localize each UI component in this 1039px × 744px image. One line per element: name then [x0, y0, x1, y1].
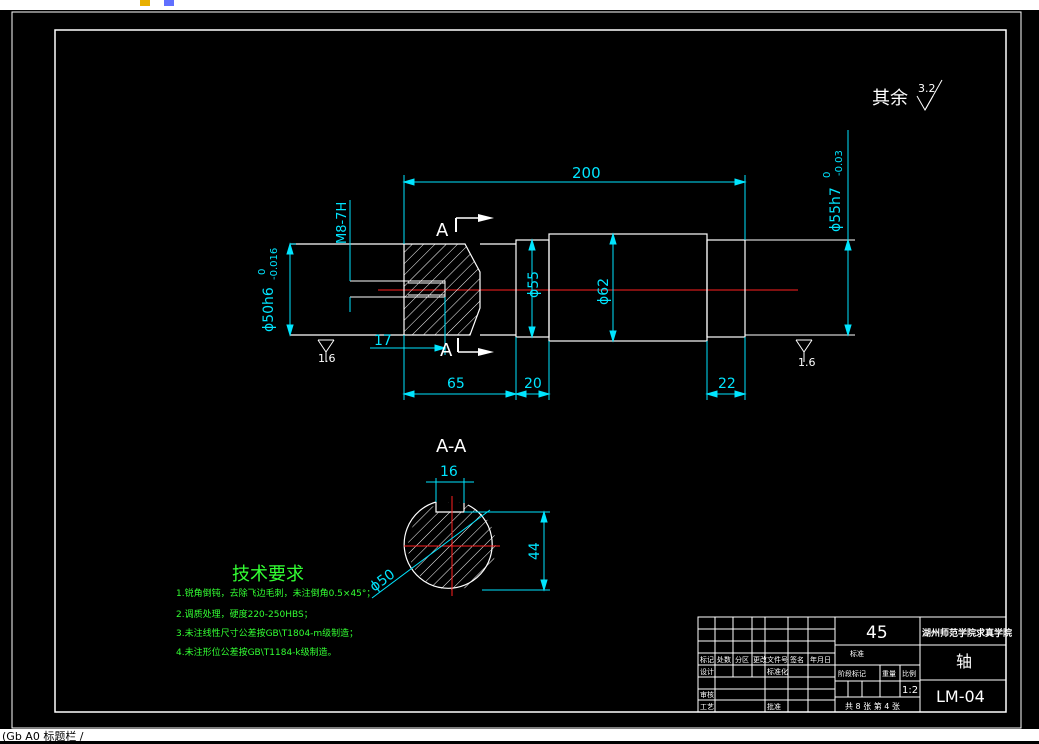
shaft-collar-d62 — [548, 233, 708, 342]
rough-right-value: 1.6 — [798, 356, 816, 369]
tb-label-zone: 分区 — [735, 655, 749, 664]
tb-label-process: 工艺 — [700, 703, 714, 711]
title-block-texts: 45 湖州师范学院求真学院 轴 LM-04 1:2 共 8 张 第 4 张 标记… — [700, 623, 1012, 711]
tb-label-approve: 批准 — [767, 702, 781, 711]
rough-left-value: 1.6 — [318, 352, 336, 365]
dim-len-22: 22 — [718, 376, 736, 392]
tb-label-stage: 阶段标记 — [838, 669, 866, 678]
status-bar-text: (Gb A0 标题栏 / — [2, 730, 84, 743]
dim-overall-length: 200 — [572, 164, 601, 182]
tb-label-weight: 重量 — [882, 670, 896, 678]
tb-material: 45 — [866, 623, 888, 643]
section-view-aa: A-A 16 44 ϕ50 — [367, 436, 550, 599]
dim-d55: ϕ55 — [526, 271, 542, 298]
tb-scale: 1:2 — [902, 685, 918, 696]
tb-label-material-mark: 标准 — [850, 649, 864, 658]
tb-sheets: 共 8 张 第 4 张 — [845, 701, 900, 711]
tb-label-review: 审核 — [700, 690, 714, 699]
dim-right-tol-upper: 0 — [822, 172, 833, 178]
dim-thread: M8-7H — [335, 202, 350, 244]
tb-label-std: 标准化 — [767, 667, 788, 676]
section-title: A-A — [436, 436, 467, 457]
tech-requirement-item: 1.锐角倒钝，去除飞边毛刺，未注倒角0.5×45°； — [176, 587, 375, 599]
tech-requirements-title: 技术要求 — [232, 564, 304, 585]
roughness-note: 其余 3.2 — [872, 79, 943, 112]
shaft-left-section-hatch — [404, 244, 480, 335]
dim-left-tol-upper: 0 — [257, 269, 268, 275]
dim-len-20: 20 — [524, 376, 542, 392]
shaft-main-view — [290, 233, 855, 342]
dim-len-65: 65 — [447, 376, 465, 392]
tb-part-name: 轴 — [956, 652, 972, 671]
toolbar-icon-yellow[interactable] — [140, 0, 150, 6]
tb-institution: 湖州师范学院求真学院 — [922, 627, 1012, 639]
toolbar-icon-blue[interactable] — [164, 0, 174, 6]
tb-label-ratio: 比例 — [902, 669, 916, 678]
dim-key-depth: 44 — [527, 542, 543, 560]
dim-right-tol-lower: -0.03 — [834, 150, 845, 176]
dim-d62: ϕ62 — [596, 278, 612, 305]
tb-drawing-no: LM-04 — [936, 687, 985, 706]
tb-label-doc: 更改文件号 — [753, 655, 788, 664]
roughness-symbols — [317, 339, 813, 362]
tb-label-mark: 标记 — [700, 655, 714, 664]
tb-label-count: 处数 — [717, 655, 731, 664]
tb-label-date: 年月日 — [810, 655, 831, 664]
tech-requirements: 技术要求 1.锐角倒钝，去除飞边毛刺，未注倒角0.5×45°； 2.调质处理，硬… — [176, 564, 375, 658]
section-label-bottom: A — [440, 340, 453, 361]
tech-requirement-item: 3.未注线性尺寸公差按GB\T1804-m级制造； — [176, 627, 358, 639]
dim-right-diameter: ϕ55h7 — [828, 187, 844, 232]
dimension-texts: 200 M8-7H ϕ50h6 0 -0.016 ϕ55h7 0 -0.03 ϕ… — [257, 150, 845, 392]
section-label-top: A — [436, 220, 449, 241]
status-bar: (Gb A0 标题栏 / — [0, 729, 1039, 743]
roughness-note-value: 3.2 — [918, 82, 936, 95]
top-toolbar-strip — [0, 0, 1039, 10]
tb-label-design: 设计 — [700, 667, 714, 676]
dim-left-tol-lower: -0.016 — [269, 248, 280, 280]
tb-label-sign: 签名 — [790, 655, 804, 664]
dimension-lines — [286, 130, 852, 400]
cad-drawing-canvas[interactable]: 其余 3.2 200 M8-7H ϕ50h6 0 -0.016 ϕ55h7 0 … — [0, 10, 1039, 729]
shaft-right-segment — [706, 239, 746, 338]
dim-left-diameter: ϕ50h6 — [261, 287, 277, 332]
dim-key-width: 16 — [440, 464, 458, 480]
tech-requirement-item: 4.未注形位公差按GB\T1184-k级制造。 — [176, 646, 337, 658]
roughness-note-label: 其余 — [872, 88, 908, 109]
tech-requirement-item: 2.调质处理，硬度220-250HBS； — [176, 608, 313, 620]
dim-hole-depth: 17 — [374, 333, 392, 349]
